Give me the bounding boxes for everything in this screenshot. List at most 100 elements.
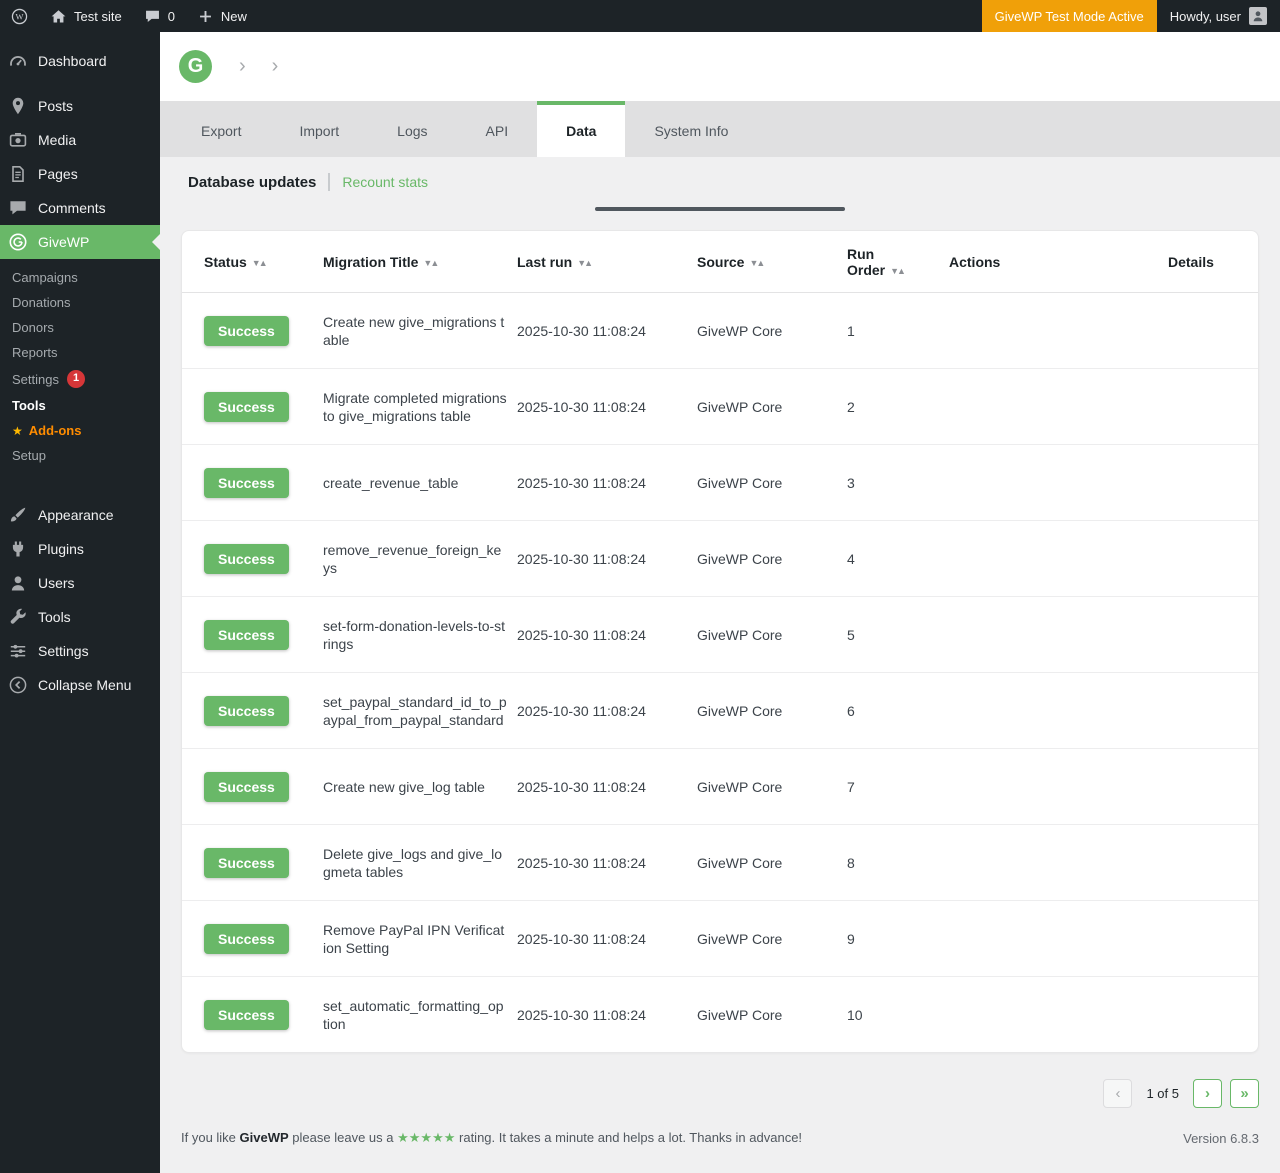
new-label: New bbox=[221, 9, 247, 24]
last-run: 2025-10-30 11:08:24 bbox=[507, 825, 687, 901]
collapse-menu-button[interactable]: Collapse Menu bbox=[0, 668, 160, 702]
sidebar-menu-item[interactable]: Comments bbox=[0, 191, 160, 225]
column-header[interactable]: Migration Title ▼▲ bbox=[313, 231, 507, 293]
account-menu[interactable]: Howdy, user bbox=[1157, 0, 1280, 32]
status-cell: Success bbox=[182, 673, 313, 749]
source: GiveWP Core bbox=[687, 749, 837, 825]
migration-title: Create new give_log table bbox=[313, 749, 507, 825]
sidebar-menu-item[interactable]: Media bbox=[0, 123, 160, 157]
menu-item-label: Comments bbox=[38, 200, 106, 216]
new-content-link[interactable]: New bbox=[186, 0, 258, 32]
column-header[interactable]: Actions bbox=[939, 231, 1158, 293]
sidebar-menu-item[interactable]: Plugins bbox=[0, 532, 160, 566]
tab[interactable]: API bbox=[457, 101, 538, 157]
sidebar-menu-item[interactable]: Settings bbox=[0, 634, 160, 668]
actions-cell bbox=[939, 445, 1158, 521]
sort-icon[interactable]: ▼▲ bbox=[423, 258, 437, 268]
status-cell: Success bbox=[182, 369, 313, 445]
menu-item-label: Pages bbox=[38, 166, 78, 182]
column-header[interactable]: Source▼▲ bbox=[687, 231, 837, 293]
column-header[interactable]: Details bbox=[1158, 231, 1258, 293]
sidebar-menu-item[interactable]: GiveWP bbox=[0, 225, 160, 259]
last-run: 2025-10-30 11:08:24 bbox=[507, 977, 687, 1053]
sidebar-menu-item[interactable]: Posts bbox=[0, 89, 160, 123]
givewp-submenu-item[interactable]: Setup bbox=[0, 443, 160, 468]
givewp-submenu-item[interactable]: Donors bbox=[0, 315, 160, 340]
sort-icon[interactable]: ▼▲ bbox=[890, 266, 904, 276]
menu-item-label: GiveWP bbox=[38, 234, 89, 250]
test-mode-badge[interactable]: GiveWP Test Mode Active bbox=[982, 0, 1157, 32]
migration-title: set_paypal_standard_id_to_paypal_from_pa… bbox=[313, 673, 507, 749]
rating-stars-link[interactable]: ★★★★★ bbox=[397, 1130, 455, 1145]
column-header[interactable]: Status▼▲ bbox=[182, 231, 313, 293]
recount-stats-link[interactable]: Recount stats bbox=[342, 174, 428, 190]
sort-icon[interactable]: ▼▲ bbox=[749, 258, 763, 268]
run-order: 7 bbox=[837, 749, 939, 825]
submenu-item-label: Campaigns bbox=[12, 270, 78, 285]
status-cell: Success bbox=[182, 749, 313, 825]
actions-cell bbox=[939, 901, 1158, 977]
sidebar-menu-item[interactable]: Appearance bbox=[0, 498, 160, 532]
user-avatar-icon bbox=[1251, 9, 1265, 23]
sort-icon[interactable]: ▼▲ bbox=[577, 258, 591, 268]
site-name-link[interactable]: Test site bbox=[39, 0, 133, 32]
actions-cell bbox=[939, 369, 1158, 445]
breadcrumb-separator: › bbox=[272, 55, 279, 78]
givewp-submenu-item[interactable]: Campaigns bbox=[0, 265, 160, 290]
migrations-table-card: Status▼▲ Migration Title ▼▲ Last run▼▲ So… bbox=[181, 230, 1259, 1053]
comment-bubble-icon bbox=[144, 8, 161, 25]
next-page-button[interactable]: › bbox=[1193, 1079, 1222, 1108]
column-header[interactable]: Run Order▼▲ bbox=[837, 231, 939, 293]
givewp-submenu-item[interactable]: ★ Add-ons bbox=[0, 418, 160, 443]
sidebar-lower-menu: Appearance Plugins Users Tools Settings bbox=[0, 498, 160, 668]
givewp-submenu-item[interactable]: Reports bbox=[0, 340, 160, 365]
sort-icon[interactable]: ▼▲ bbox=[252, 258, 266, 268]
table-row: Success Remove PayPal IPN Verification S… bbox=[182, 901, 1258, 977]
status-badge: Success bbox=[204, 468, 289, 498]
source: GiveWP Core bbox=[687, 369, 837, 445]
migration-title: remove_revenue_foreign_keys bbox=[313, 521, 507, 597]
tab[interactable]: System Info bbox=[625, 101, 757, 157]
section-title: Database updates bbox=[188, 174, 316, 191]
vertical-divider bbox=[328, 173, 330, 191]
run-order: 8 bbox=[837, 825, 939, 901]
wordpress-logo-icon: W bbox=[11, 8, 28, 25]
plus-icon bbox=[197, 8, 214, 25]
submenu-item-label: Tools bbox=[12, 398, 46, 413]
sidebar-menu-item[interactable]: Tools bbox=[0, 600, 160, 634]
comments-link[interactable]: 0 bbox=[133, 0, 186, 32]
run-order: 4 bbox=[837, 521, 939, 597]
givewp-submenu-item[interactable]: Donations bbox=[0, 290, 160, 315]
status-cell: Success bbox=[182, 521, 313, 597]
givewp-icon bbox=[8, 232, 28, 252]
table-row: Success Migrate completed migrations to … bbox=[182, 369, 1258, 445]
column-header-label: Migration Title bbox=[323, 254, 418, 270]
status-badge: Success bbox=[204, 696, 289, 726]
wp-logo-menu[interactable]: W bbox=[0, 0, 39, 32]
sidebar-menu-item[interactable]: Dashboard bbox=[0, 44, 160, 78]
sidebar-menu-item[interactable]: Users bbox=[0, 566, 160, 600]
givewp-submenu-item[interactable]: Settings 1 bbox=[0, 365, 160, 393]
menu-item-label: Media bbox=[38, 132, 76, 148]
admin-sidebar: Dashboard Posts Media Pages Comments Giv… bbox=[0, 32, 160, 1173]
column-header[interactable]: Last run▼▲ bbox=[507, 231, 687, 293]
last-page-button[interactable]: » bbox=[1230, 1079, 1259, 1108]
progress-bar bbox=[595, 207, 845, 211]
howdy-text: Howdy, user bbox=[1170, 9, 1241, 24]
details-cell bbox=[1158, 369, 1258, 445]
tab[interactable]: Export bbox=[172, 101, 270, 157]
tab[interactable]: Logs bbox=[368, 101, 456, 157]
sidebar-menu-item[interactable]: Pages bbox=[0, 157, 160, 191]
tab[interactable]: Import bbox=[270, 101, 368, 157]
tab[interactable]: Data bbox=[537, 101, 625, 157]
actions-cell bbox=[939, 749, 1158, 825]
last-run: 2025-10-30 11:08:24 bbox=[507, 293, 687, 369]
tab-label: Import bbox=[299, 123, 339, 139]
table-row: Success set-form-donation-levels-to-stri… bbox=[182, 597, 1258, 673]
run-order: 1 bbox=[837, 293, 939, 369]
givewp-submenu-item[interactable]: Tools bbox=[0, 393, 160, 418]
table-row: Success Create new give_migrations table… bbox=[182, 293, 1258, 369]
admin-bar: W Test site 0 New GiveWP Test Mode Activ… bbox=[0, 0, 1280, 32]
breadcrumb-separator: › bbox=[239, 55, 246, 78]
rating-text-middle: please leave us a bbox=[292, 1130, 393, 1145]
